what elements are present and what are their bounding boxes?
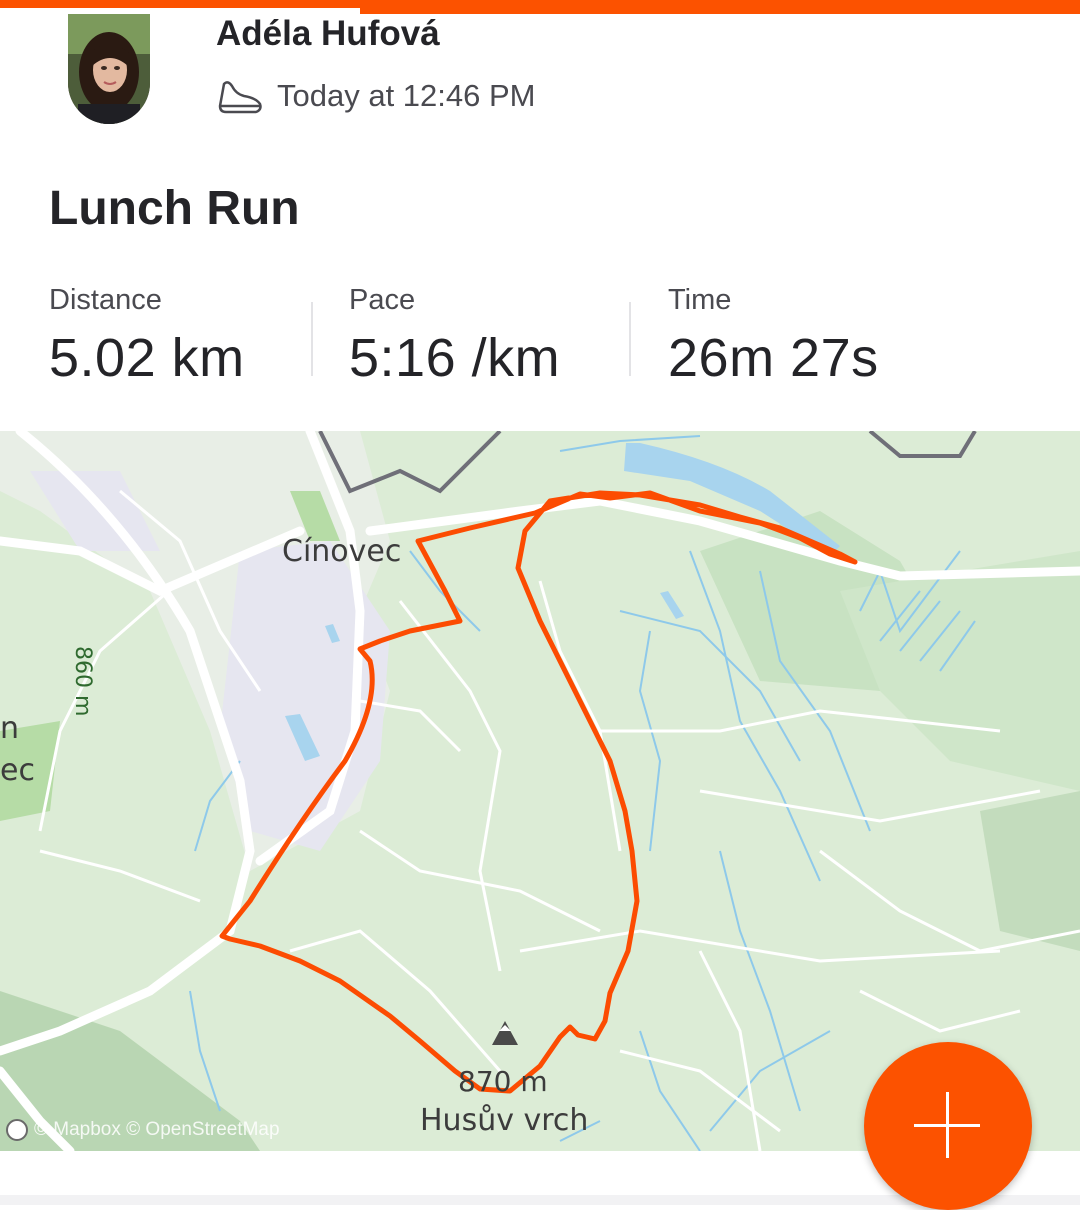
add-activity-button[interactable] bbox=[864, 1042, 1032, 1210]
attribution-text: © Mapbox © OpenStreetMap bbox=[34, 1119, 280, 1140]
stat-value: 5:16 /km bbox=[349, 328, 561, 388]
stat-divider bbox=[629, 302, 631, 376]
stat-label: Time bbox=[668, 284, 732, 316]
avatar-photo bbox=[68, 14, 150, 124]
athlete-name[interactable]: Adéla Hufová bbox=[216, 14, 440, 54]
avatar[interactable] bbox=[68, 14, 150, 124]
map-attribution[interactable]: © Mapbox © OpenStreetMap bbox=[6, 1119, 280, 1141]
stat-label: Pace bbox=[349, 284, 416, 316]
stat-time: Time 26m 27s bbox=[668, 284, 879, 389]
mapbox-logo-icon bbox=[6, 1119, 28, 1141]
route-map[interactable]: Cínovec 870 m Husův vrch 860 m n ec © Ma… bbox=[0, 431, 1080, 1151]
stat-pace: Pace 5:16 /km bbox=[349, 284, 560, 389]
map-label-husuv-vrch: Husův vrch bbox=[420, 1103, 589, 1138]
stat-divider bbox=[311, 302, 313, 376]
stat-distance: Distance 5.02 km bbox=[49, 284, 245, 389]
stat-label: Distance bbox=[49, 284, 162, 316]
running-shoe-icon bbox=[218, 81, 262, 114]
stat-value: 26m 27s bbox=[668, 328, 879, 388]
stat-value: 5.02 km bbox=[49, 328, 245, 388]
progress-bar bbox=[0, 0, 1080, 14]
map-label-cinovec: Cínovec bbox=[282, 534, 402, 569]
map-label-partial: n bbox=[0, 711, 20, 746]
map-label-partial: ec bbox=[0, 753, 35, 788]
map-label-elevation: 860 m bbox=[70, 646, 95, 717]
map-canvas bbox=[0, 431, 1080, 1151]
activity-timestamp: Today at 12:46 PM bbox=[277, 78, 536, 113]
map-label-peak-elevation: 870 m bbox=[458, 1065, 548, 1098]
activity-title[interactable]: Lunch Run bbox=[49, 181, 300, 236]
